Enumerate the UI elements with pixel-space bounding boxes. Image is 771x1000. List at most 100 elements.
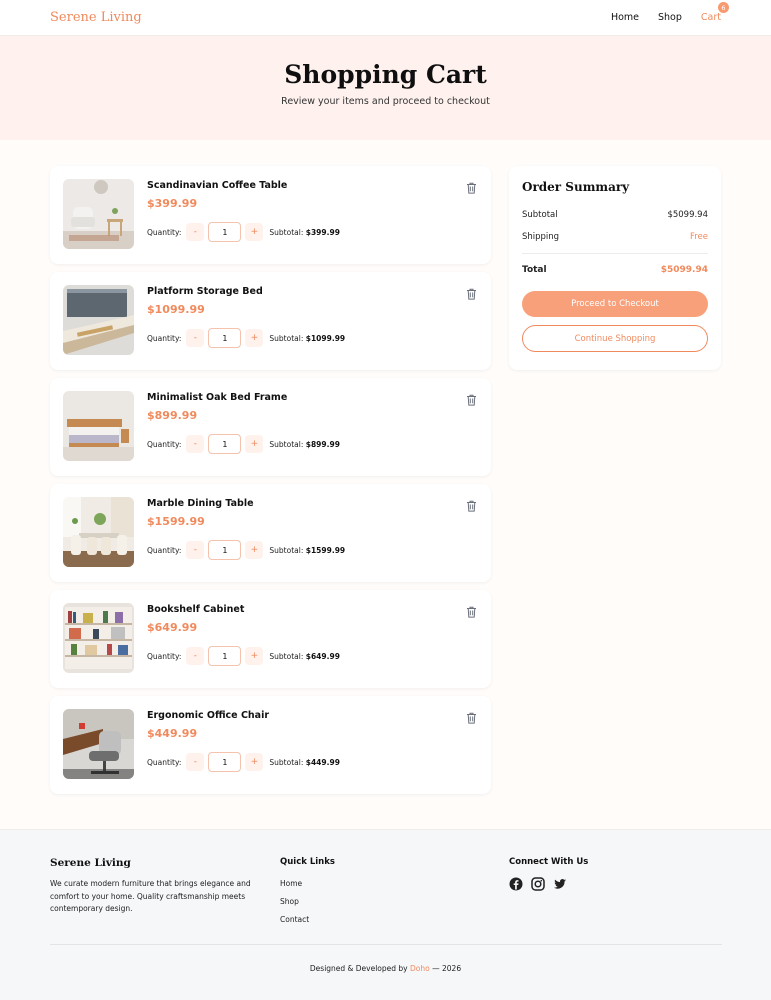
footer-shop-link[interactable]: Shop [280,897,335,906]
product-image[interactable] [63,497,134,567]
twitter-icon[interactable] [553,876,567,890]
footer-home-link[interactable]: Home [280,879,335,888]
summary-divider [522,253,708,254]
page-subtitle: Review your items and proceed to checkou… [281,96,490,107]
quantity-increase-button[interactable]: + [245,435,264,453]
quantity-row: Quantity:- + Subtotal: $1099.99 [147,328,345,348]
remove-item-trash-icon[interactable] [466,285,477,300]
quantity-row: Quantity:- + Subtotal: $899.99 [147,434,340,454]
quantity-input[interactable] [208,434,242,454]
top-nav: Serene Living Home Shop Cart 6 [0,0,771,36]
item-subtotal: Subtotal: $899.99 [269,440,340,449]
item-subtotal-value: $649.99 [305,651,340,661]
proceed-to-checkout-button[interactable]: Proceed to Checkout [522,291,708,317]
continue-shopping-button[interactable]: Continue Shopping [522,325,708,352]
quantity-input[interactable] [208,540,242,560]
item-subtotal-value: $399.99 [305,227,340,237]
product-name[interactable]: Marble Dining Table [147,498,254,509]
facebook-icon[interactable] [509,876,523,891]
quantity-decrease-button[interactable]: - [186,223,205,241]
remove-item-trash-icon[interactable] [466,709,477,724]
cart-item: Bookshelf Cabinet $649.99 Quantity:- + Subto… [50,590,491,688]
cart-main: Scandinavian Coffee Table $399.99 Quantity… [0,140,771,829]
product-image[interactable] [63,603,134,673]
quantity-label: Quantity: [147,439,182,449]
quantity-label: Quantity: [147,227,182,237]
cart-item: Minimalist Oak Bed Frame $899.99 Quantity:… [50,378,491,476]
credit-developer-link[interactable]: Doho [410,964,430,973]
product-price: $899.99 [147,409,198,422]
remove-item-trash-icon[interactable] [466,179,477,194]
quantity-decrease-button[interactable]: - [186,753,205,771]
footer-description: We curate modern furniture that brings e… [50,879,251,913]
quantity-label: Quantity: [147,333,182,343]
item-subtotal-value: $899.99 [305,439,340,449]
quantity-increase-button[interactable]: + [245,647,264,665]
product-name[interactable]: Platform Storage Bed [147,286,263,297]
remove-item-trash-icon[interactable] [466,497,477,512]
quantity-input[interactable] [208,646,242,666]
quantity-input[interactable] [208,752,242,772]
connect-title: Connect With Us [509,857,589,867]
instagram-icon[interactable] [531,876,545,891]
quantity-input[interactable] [208,328,242,348]
summary-shipping-label: Shipping [522,232,560,242]
cart-item: Marble Dining Table $1599.99 Quantity:- + Su… [50,484,491,582]
item-subtotal-label: Subtotal: [269,651,304,661]
remove-item-trash-icon[interactable] [466,603,477,618]
quantity-decrease-button[interactable]: - [186,541,205,559]
nav-links: Home Shop Cart 6 [592,2,729,23]
product-image[interactable] [63,179,134,249]
summary-total-row: Total $5099.94 [522,259,708,281]
quick-links-title: Quick Links [280,857,335,867]
item-subtotal: Subtotal: $399.99 [269,228,340,237]
footer-brand: Serene Living [50,857,131,869]
summary-subtotal-value: $5099.94 [667,210,708,220]
nav-cart-link[interactable]: Cart 6 [701,2,729,23]
quantity-decrease-button[interactable]: - [186,435,205,453]
product-image[interactable] [63,709,134,779]
quantity-increase-button[interactable]: + [245,223,264,241]
item-subtotal: Subtotal: $1599.99 [269,546,345,555]
quantity-increase-button[interactable]: + [245,541,264,559]
order-summary-card: Order Summary Subtotal $5099.94 Shipping… [509,166,721,370]
item-subtotal-label: Subtotal: [269,227,304,237]
item-subtotal-value: $1099.99 [305,333,346,343]
quantity-increase-button[interactable]: + [245,329,264,347]
footer-quick-links: Quick Links Home Shop Contact [280,857,335,924]
quantity-decrease-button[interactable]: - [186,329,205,347]
credit-suffix: — 2026 [432,964,462,973]
item-subtotal-value: $1599.99 [305,545,346,555]
quantity-input[interactable] [208,222,242,242]
page-title: Shopping Cart [284,60,487,89]
hero-banner: Shopping Cart Review your items and proc… [0,36,771,140]
product-image[interactable] [63,391,134,461]
footer-contact-link[interactable]: Contact [280,915,335,924]
item-subtotal: Subtotal: $649.99 [269,652,340,661]
cart-count-badge: 6 [718,2,729,13]
footer-divider [50,944,722,945]
product-image[interactable] [63,285,134,355]
quantity-row: Quantity:- + Subtotal: $649.99 [147,646,340,666]
remove-item-trash-icon[interactable] [466,391,477,406]
cart-item: Platform Storage Bed $1099.99 Quantity:- + S… [50,272,491,370]
quantity-label: Quantity: [147,545,182,555]
footer-about: Serene Living We curate modern furniture… [50,857,265,916]
footer-connect: Connect With Us [509,857,589,891]
quantity-increase-button[interactable]: + [245,753,264,771]
brand-logo[interactable]: Serene Living [50,10,142,25]
item-subtotal-label: Subtotal: [269,439,304,449]
social-links [509,876,588,891]
summary-shipping-value: Free [689,232,708,242]
summary-total-label: Total [522,265,547,275]
product-name[interactable]: Scandinavian Coffee Table [147,180,287,191]
nav-home-link[interactable]: Home [611,12,639,23]
order-summary-title: Order Summary [522,180,630,194]
nav-shop-link[interactable]: Shop [658,12,682,23]
summary-subtotal-row: Subtotal $5099.94 [522,204,708,226]
product-name[interactable]: Minimalist Oak Bed Frame [147,392,287,403]
product-name[interactable]: Ergonomic Office Chair [147,710,269,721]
product-name[interactable]: Bookshelf Cabinet [147,604,244,615]
quantity-decrease-button[interactable]: - [186,647,205,665]
product-price: $649.99 [147,621,198,634]
